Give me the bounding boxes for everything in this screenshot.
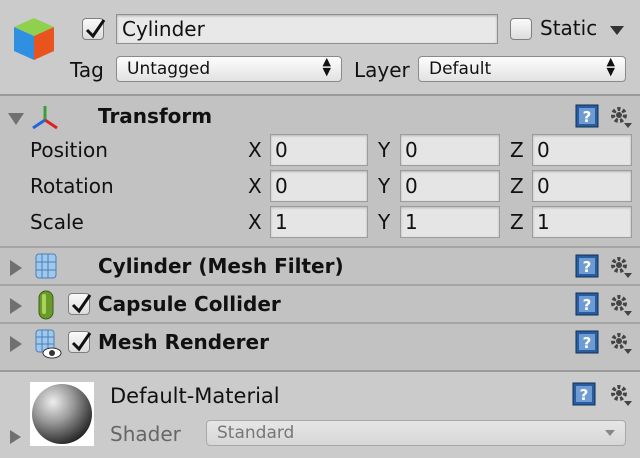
axis-z-label: Z [510, 138, 524, 162]
cube-icon [14, 18, 54, 60]
scale-z-field[interactable]: 1 [532, 206, 632, 238]
rotation-x-field[interactable]: 0 [270, 170, 368, 202]
mesh-filter-header[interactable]: Cylinder (Mesh Filter) ? [0, 248, 640, 286]
position-x-field[interactable]: 0 [270, 134, 368, 166]
help-icon[interactable]: ? [575, 104, 599, 128]
scale-y-field[interactable]: 1 [400, 206, 500, 238]
svg-text:?: ? [583, 296, 592, 314]
transform-header[interactable]: Transform ? [0, 98, 640, 136]
capsule-collider-title: Capsule Collider [98, 292, 281, 316]
mesh-renderer-icon [35, 329, 62, 359]
transform-axes-icon [32, 106, 58, 130]
svg-text:?: ? [580, 386, 589, 404]
chevron-down-icon [605, 430, 615, 436]
gear-icon[interactable] [608, 254, 632, 278]
foldout-collapsed-icon[interactable] [10, 298, 22, 314]
axis-x-label: X [248, 138, 262, 162]
material-preview[interactable] [30, 382, 94, 446]
rotation-y-field[interactable]: 0 [400, 170, 500, 202]
mesh-renderer-enabled-checkbox[interactable] [68, 331, 92, 353]
rotation-z-field[interactable]: 0 [532, 170, 632, 202]
help-icon[interactable]: ? [575, 330, 599, 354]
checkmark-icon [85, 19, 106, 39]
capsule-collider-icon [38, 290, 54, 320]
position-z-field[interactable]: 0 [532, 134, 632, 166]
active-checkbox[interactable] [82, 18, 106, 40]
axis-y-label: Y [378, 174, 391, 198]
help-icon[interactable]: ? [575, 254, 599, 278]
material-section: Default-Material Shader Standard ? [0, 370, 640, 458]
layer-dropdown[interactable]: Default ▲ ▼ [418, 56, 626, 82]
position-label: Position [30, 138, 108, 162]
axis-z-label: Z [510, 210, 524, 234]
updown-arrows-icon: ▲ ▼ [606, 55, 615, 78]
axis-z-label: Z [510, 174, 524, 198]
shader-value: Standard [217, 423, 295, 443]
static-checkbox[interactable] [510, 18, 532, 40]
checkmark-icon [71, 332, 92, 352]
gear-icon[interactable] [608, 104, 632, 128]
inspector-header: Cylinder Static Tag Untagged ▲ ▼ Layer De… [0, 0, 640, 96]
updown-arrows-icon: ▲ ▼ [322, 55, 331, 78]
foldout-collapsed-icon[interactable] [10, 260, 22, 276]
position-y-field[interactable]: 0 [400, 134, 500, 166]
mesh-filter-title: Cylinder (Mesh Filter) [98, 254, 344, 278]
material-sphere-icon [32, 384, 92, 444]
shader-label: Shader [110, 422, 181, 446]
gear-icon[interactable] [608, 292, 632, 316]
static-label: Static [540, 16, 598, 40]
scale-label: Scale [30, 210, 84, 234]
shader-dropdown[interactable]: Standard [206, 420, 626, 446]
capsule-collider-enabled-checkbox[interactable] [68, 293, 92, 315]
layer-label: Layer [354, 58, 410, 82]
object-name-input[interactable]: Cylinder [116, 14, 498, 44]
tag-label: Tag [70, 58, 104, 82]
axis-y-label: Y [378, 138, 391, 162]
transform-title: Transform [98, 104, 213, 128]
axis-y-label: Y [378, 210, 391, 234]
axis-x-label: X [248, 174, 262, 198]
axis-x-label: X [248, 210, 262, 234]
mesh-renderer-header[interactable]: Mesh Renderer ? [0, 324, 640, 370]
tag-dropdown[interactable]: Untagged ▲ ▼ [116, 56, 342, 82]
mesh-filter-icon [35, 253, 57, 279]
mesh-renderer-title: Mesh Renderer [98, 330, 269, 354]
foldout-collapsed-icon[interactable] [10, 430, 21, 444]
rotation-label: Rotation [30, 174, 114, 198]
svg-text:?: ? [583, 258, 592, 276]
foldout-expanded-icon[interactable] [8, 113, 24, 125]
svg-text:?: ? [583, 108, 592, 126]
transform-body: Position X 0 Y 0 Z 0 Rotation X 0 Y 0 Z … [0, 132, 640, 246]
layer-value: Default [429, 59, 492, 79]
capsule-collider-header[interactable]: Capsule Collider ? [0, 286, 640, 324]
foldout-collapsed-icon[interactable] [10, 336, 22, 352]
gear-icon[interactable] [608, 382, 632, 406]
gear-icon[interactable] [608, 330, 632, 354]
static-dropdown-arrow-icon[interactable] [610, 26, 624, 36]
help-icon[interactable]: ? [572, 382, 596, 406]
svg-text:?: ? [583, 334, 592, 352]
material-name: Default-Material [110, 384, 280, 408]
help-icon[interactable]: ? [575, 292, 599, 316]
tag-value: Untagged [127, 59, 211, 79]
checkmark-icon [71, 294, 92, 314]
scale-x-field[interactable]: 1 [270, 206, 368, 238]
